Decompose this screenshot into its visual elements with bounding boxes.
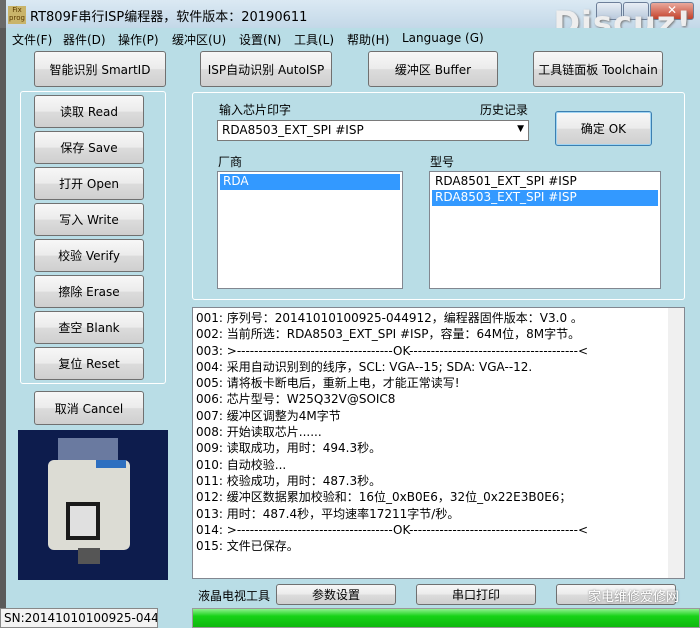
open-button[interactable]: 打开 Open bbox=[34, 167, 144, 200]
reset-button[interactable]: 复位 Reset bbox=[34, 347, 144, 380]
log-line: 012: 缓冲区数据累加校验和：16位_0xB0E6，32位_0x22E3B0E… bbox=[196, 490, 572, 505]
title-bar: Fix prog RT809F串行ISP编程器，软件版本：20190611 ✕ D… bbox=[0, 0, 700, 42]
erase-button[interactable]: 擦除 Erase bbox=[34, 275, 144, 308]
chip-combobox-value: RDA8503_EXT_SPI #ISP bbox=[222, 123, 364, 137]
log-line: 007: 缓冲区调整为4M字节 bbox=[196, 408, 341, 423]
list-item[interactable]: RDA8503_EXT_SPI #ISP bbox=[432, 190, 658, 206]
tv-tools-label: 液晶电视工具 bbox=[198, 589, 271, 603]
log-output: 001: 序列号：20141010100925-044912，编程器固件版本：V… bbox=[192, 307, 685, 579]
menu-settings[interactable]: 设置(N) bbox=[239, 31, 281, 48]
model-label: 型号 bbox=[430, 155, 455, 169]
log-line: 001: 序列号：20141010100925-044912，编程器固件版本：V… bbox=[196, 311, 583, 325]
log-line: 002: 当前所选：RDA8503_EXT_SPI #ISP，容量：64M位，8… bbox=[196, 327, 581, 342]
list-item[interactable]: RDA bbox=[220, 174, 400, 190]
window-title: RT809F串行ISP编程器，软件版本：20190611 bbox=[30, 10, 308, 25]
watermark-text: 家电维修爱修网 bbox=[588, 590, 680, 605]
log-line: 010: 自动校验... bbox=[196, 457, 287, 472]
buffer-button[interactable]: 缓冲区 Buffer bbox=[368, 51, 498, 87]
log-line: 006: 芯片型号：W25Q32V@SOIC8 bbox=[196, 392, 396, 407]
progress-fill bbox=[193, 609, 699, 627]
menu-buffer[interactable]: 缓冲区(U) bbox=[172, 31, 226, 48]
chip-input-label: 输入芯片印字 bbox=[219, 103, 292, 117]
parameter-settings-button[interactable]: 参数设置 bbox=[276, 584, 396, 605]
menu-operation[interactable]: 操作(P) bbox=[118, 31, 159, 48]
app-logo-icon: Fix prog bbox=[8, 6, 26, 24]
log-line: 005: 请将板卡断电后，重新上电，才能正常读写! bbox=[196, 376, 460, 391]
ok-button[interactable]: 确定 OK bbox=[555, 111, 652, 146]
toolchain-button[interactable]: 工具链面板 Toolchain bbox=[533, 51, 663, 87]
log-line: 009: 读取成功，用时：494.3秒。 bbox=[196, 441, 382, 456]
menu-help[interactable]: 帮助(H) bbox=[347, 31, 389, 48]
log-line: 011: 校验成功，用时：487.3秒。 bbox=[196, 473, 382, 488]
log-line: 003: >----------------------------------… bbox=[196, 343, 589, 358]
serial-print-button[interactable]: 串口打印 bbox=[416, 584, 536, 605]
log-line: 013: 用时：487.4秒，平均速率17211字节/秒。 bbox=[196, 506, 460, 521]
history-label: 历史记录 bbox=[480, 103, 529, 117]
log-scrollbar[interactable] bbox=[668, 308, 684, 578]
autoisp-button[interactable]: ISP自动识别 AutoISP bbox=[200, 51, 332, 87]
smartid-button[interactable]: 智能识别 SmartID bbox=[34, 51, 166, 87]
save-button[interactable]: 保存 Save bbox=[34, 131, 144, 164]
log-line: 004: 采用自动识别到的线序，SCL: VGA--15; SDA: VGA--… bbox=[196, 359, 533, 374]
log-line: 014: >----------------------------------… bbox=[196, 522, 589, 537]
menu-bar: 文件(F) 器件(D) 操作(P) 缓冲区(U) 设置(N) 工具(L) 帮助(… bbox=[6, 28, 700, 48]
log-line: 015: 文件已保存。 bbox=[196, 539, 299, 554]
progress-bar bbox=[192, 608, 700, 628]
cancel-button[interactable]: 取消 Cancel bbox=[34, 391, 144, 425]
verify-button[interactable]: 校验 Verify bbox=[34, 239, 144, 272]
vendor-list[interactable]: RDA bbox=[217, 171, 403, 289]
serial-number-field: SN:20141010100925-0449 bbox=[0, 608, 158, 628]
vendor-label: 厂商 bbox=[218, 155, 243, 169]
dropdown-arrow-icon[interactable]: ▼ bbox=[517, 124, 524, 134]
menu-language[interactable]: Language (G) bbox=[402, 31, 484, 45]
model-list[interactable]: RDA8501_EXT_SPI #ISP RDA8503_EXT_SPI #IS… bbox=[429, 171, 661, 289]
menu-device[interactable]: 器件(D) bbox=[63, 31, 106, 48]
menu-tools[interactable]: 工具(L) bbox=[294, 31, 334, 48]
chip-combobox[interactable]: RDA8503_EXT_SPI #ISP ▼ bbox=[217, 120, 529, 141]
blank-button[interactable]: 查空 Blank bbox=[34, 311, 144, 344]
read-button[interactable]: 读取 Read bbox=[34, 95, 144, 128]
log-line: 008: 开始读取芯片...... bbox=[196, 425, 322, 440]
programmer-image bbox=[18, 430, 168, 580]
menu-file[interactable]: 文件(F) bbox=[12, 31, 52, 48]
list-item[interactable]: RDA8501_EXT_SPI #ISP bbox=[432, 174, 658, 190]
write-button[interactable]: 写入 Write bbox=[34, 203, 144, 236]
